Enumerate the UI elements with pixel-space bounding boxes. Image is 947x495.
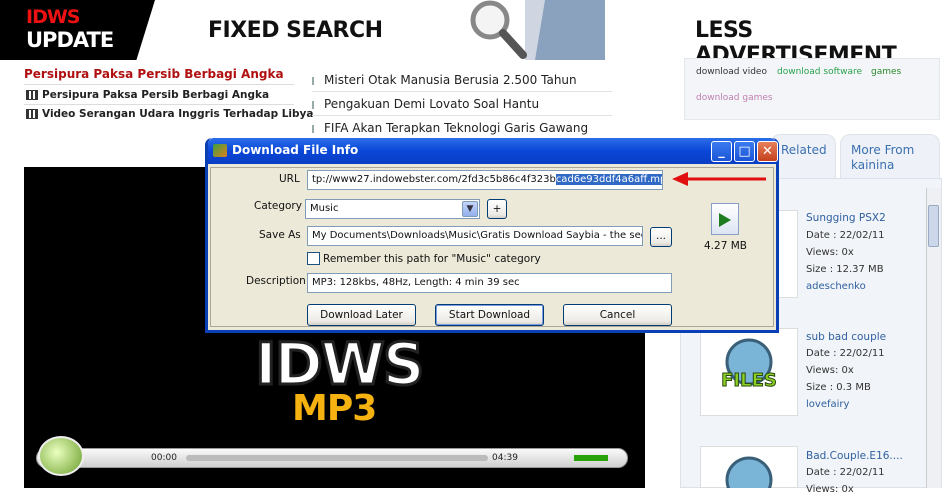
description-field[interactable]: MP3: 128kbs, 48Hz, Length: 4 min 39 sec (307, 273, 672, 293)
featured-item[interactable]: Persipura Paksa Persib Berbagi Angka (26, 89, 269, 101)
tag-link[interactable]: games (871, 67, 901, 77)
player-logo-sub: MP3 (292, 388, 377, 429)
tag-cloud: download video download software games d… (684, 58, 940, 120)
featured-title-link[interactable]: Persipura Paksa Persib Berbagi Angka (24, 67, 284, 81)
banner-fixed-search: FIXED SEARCH (208, 18, 383, 43)
add-category-button[interactable]: + (487, 199, 507, 219)
url-label: URL (279, 173, 300, 185)
save-as-value: My Documents\Downloads\Music\Gratis Down… (312, 230, 643, 241)
logo-text-bottom: UPDATE (26, 28, 114, 52)
elapsed-time: 00:00 (151, 453, 177, 463)
item-date: Date : 22/02/11 (806, 230, 885, 241)
download-app-icon (213, 144, 227, 157)
item-views: Views: 0x (806, 484, 854, 495)
tag-link[interactable]: download games (696, 93, 773, 103)
logo-text-top: IDWS (26, 6, 80, 28)
red-arrow-icon (672, 172, 766, 186)
idws-files-icon: FILES (721, 338, 777, 392)
divider (24, 84, 294, 85)
film-icon (26, 90, 38, 100)
description-value: MP3: 128kbs, 48Hz, Length: 4 min 39 sec (312, 277, 520, 288)
item-user-link[interactable]: adeschenko (806, 281, 866, 292)
total-time: 04:39 (492, 453, 518, 463)
tab-label: More From (851, 143, 915, 157)
featured-item[interactable]: Video Serangan Udara Inggris Terhadap Li… (26, 108, 313, 120)
save-as-field[interactable]: My Documents\Downloads\Music\Gratis Down… (307, 226, 643, 246)
download-file-info-dialog: Download File Info _ □ ✕ URL tp://www27.… (205, 138, 779, 333)
item-size: Size : 0.3 MB (806, 382, 871, 393)
idws-files-icon (725, 456, 773, 488)
magnifier-icon (470, 0, 605, 60)
dialog-title: Download File Info (232, 143, 359, 157)
site-banner: IDWS UPDATE FIXED SEARCH LESS ADVERTISEM… (0, 0, 947, 68)
svg-text:FILES: FILES (721, 370, 777, 391)
chevron-down-icon[interactable]: ▼ (462, 201, 478, 217)
play-button[interactable] (38, 436, 84, 476)
news-item-label: Misteri Otak Manusia Berusia 2.500 Tahun (324, 73, 577, 87)
news-item[interactable]: Pengakuan Demi Lovato Soal Hantu (312, 97, 612, 116)
tag-link[interactable]: download software (777, 67, 862, 77)
item-size: Size : 12.37 MB (806, 264, 884, 275)
url-text: tp://www27.indowebster.com/2fd3c5b86c4f3… (312, 174, 556, 185)
category-select[interactable]: Music (305, 199, 480, 219)
close-button[interactable]: ✕ (757, 141, 778, 162)
item-title-link[interactable]: Sungging PSX2 (806, 212, 886, 224)
remember-path-checkbox[interactable] (307, 252, 320, 265)
url-selected-text: cad6e93ddf4a6aff.mp3 (555, 174, 662, 185)
maximize-button[interactable]: □ (734, 141, 755, 162)
volume-bar[interactable] (574, 455, 608, 461)
file-size: 4.27 MB (704, 240, 747, 252)
save-as-label: Save As (259, 229, 301, 241)
category-label: Category (254, 200, 302, 212)
minimize-button[interactable]: _ (711, 141, 732, 162)
tag-link[interactable]: download video (696, 67, 767, 77)
download-later-button[interactable]: Download Later (307, 304, 416, 326)
news-item-label: Pengakuan Demi Lovato Soal Hantu (324, 97, 540, 111)
featured-item-label: Persipura Paksa Persib Berbagi Angka (42, 89, 270, 101)
dialog-body (210, 167, 774, 327)
item-date: Date : 22/02/11 (806, 467, 885, 478)
item-date: Date : 22/02/11 (806, 348, 885, 359)
tab-label: Related (781, 143, 827, 157)
divider (24, 104, 294, 105)
item-title-link[interactable]: sub bad couple (806, 331, 886, 343)
news-item-label: FIFA Akan Terapkan Teknologi Garis Gawan… (324, 121, 589, 135)
item-views: Views: 0x (806, 247, 854, 258)
item-views: Views: 0x (806, 365, 854, 376)
tab-label-user: kainina (851, 158, 895, 172)
scrollbar-thumb[interactable] (928, 205, 939, 247)
start-download-button[interactable]: Start Download (435, 304, 544, 326)
remember-path-label: Remember this path for "Music" category (323, 253, 541, 265)
category-value: Music (310, 203, 339, 214)
featured-item-label: Video Serangan Udara Inggris Terhadap Li… (42, 108, 314, 120)
item-user-link[interactable]: lovefairy (806, 399, 849, 410)
item-title-link[interactable]: Bad.Couple.E16.... (806, 450, 903, 462)
cancel-button[interactable]: Cancel (563, 304, 672, 326)
media-file-icon (711, 203, 739, 235)
tab-related[interactable]: Related (770, 134, 836, 178)
dialog-titlebar[interactable]: Download File Info _ □ ✕ (208, 138, 778, 164)
url-field[interactable]: tp://www27.indowebster.com/2fd3c5b86c4f3… (307, 170, 663, 190)
film-icon (26, 109, 38, 119)
description-label: Description (246, 275, 306, 287)
news-item[interactable]: Misteri Otak Manusia Berusia 2.500 Tahun (312, 73, 612, 92)
browse-button[interactable]: ... (650, 227, 672, 247)
tab-more-from[interactable]: More From kainina (840, 134, 940, 178)
seek-bar[interactable] (186, 455, 488, 461)
